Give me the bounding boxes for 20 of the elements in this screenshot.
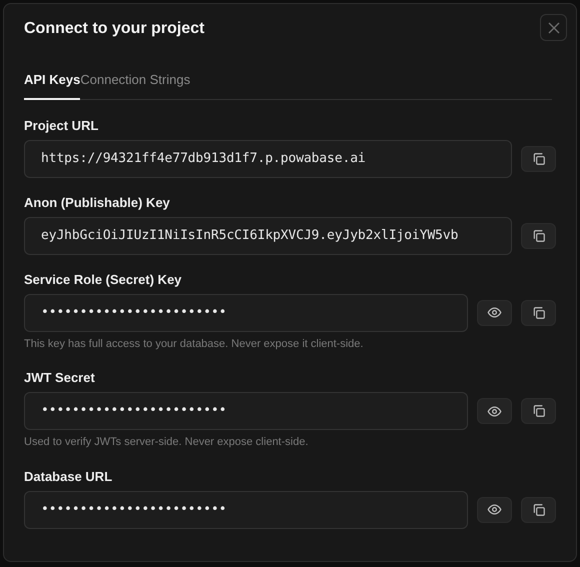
key-field[interactable]: •••••••••••••••••••••••• <box>24 490 468 528</box>
field-label: JWT Secret <box>24 370 96 386</box>
field-value: •••••••••••••••••••••••• <box>41 304 226 322</box>
key-field[interactable]: •••••••••••••••••••••••• <box>24 294 468 332</box>
key-field[interactable]: •••••••••••••••••••••••• <box>24 392 468 430</box>
key-field[interactable]: eyJhbGciOiJIUzI1NiIsInR5cCI6IkpXVCJ9.eyJyb2xlIjoiYW5vb <box>24 216 512 254</box>
field-hint: This key has full access to your database. Never expose it client-side. <box>24 336 364 352</box>
field-label: Project URL <box>24 118 100 134</box>
field-label: Service Role (Secret) Key <box>24 272 183 288</box>
field-label: Database URL <box>24 468 114 484</box>
tab[interactable]: API Keys <box>24 70 80 100</box>
tab[interactable]: Connection Strings <box>80 70 190 100</box>
field-value: •••••••••••••••••••••••• <box>41 500 226 519</box>
key-field[interactable]: https://94321ff4e77db913d1f7.p.powabase.ai <box>24 140 512 178</box>
field-value: •••••••••••••••••••••••• <box>41 402 226 420</box>
field-label: Anon (Publishable) Key <box>24 194 171 210</box>
field-hint: Used to verify JWTs server-side. Never expose client-side. <box>24 435 310 450</box>
dialog-title: Connect to your project <box>24 18 204 38</box>
field-value: eyJhbGciOiJIUzI1NiIsInR5cCI6IkpXVCJ9.eyJyb2xlIjoiYW5vb <box>41 226 458 245</box>
field-value: https://94321ff4e77db913d1f7.p.powabase.ai <box>41 150 366 168</box>
